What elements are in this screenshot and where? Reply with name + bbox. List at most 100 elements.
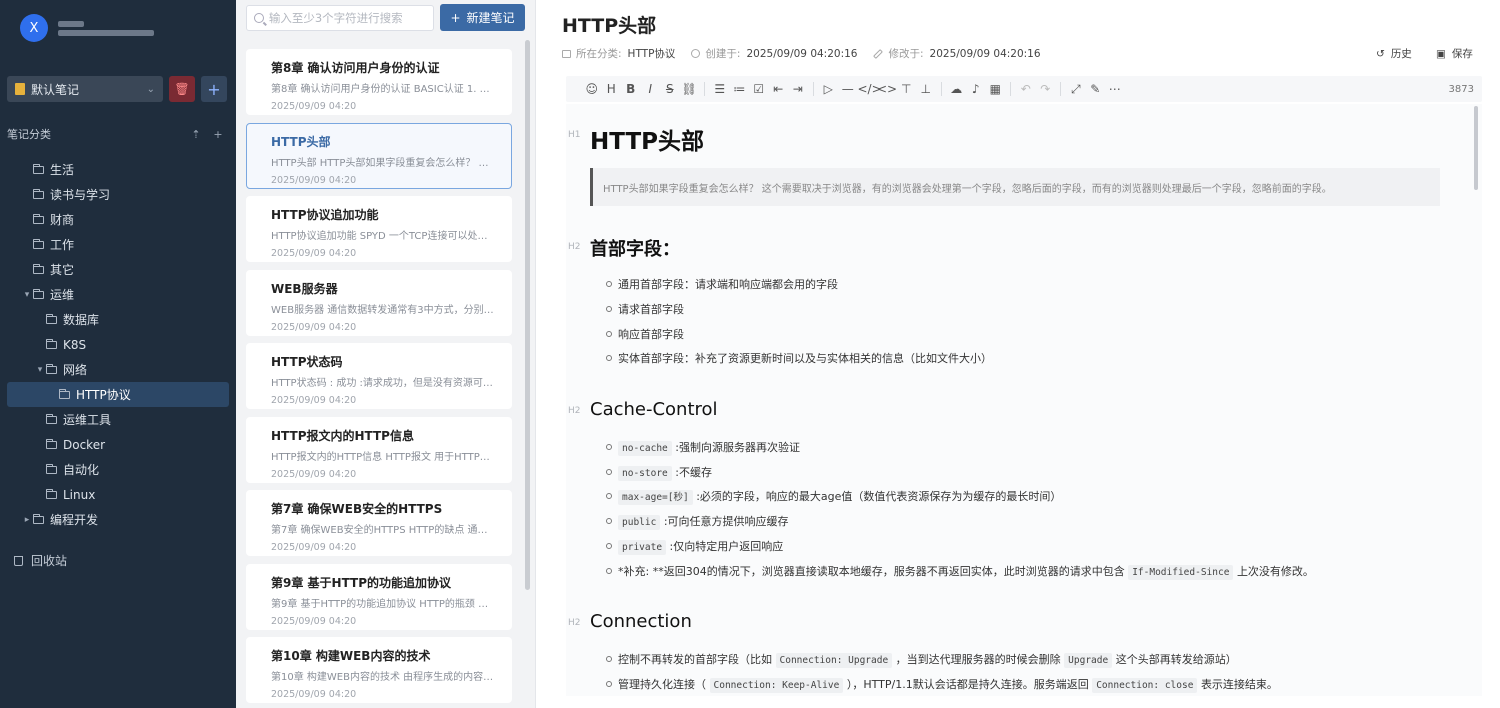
- editor-scrollbar[interactable]: [1474, 106, 1478, 190]
- editor-content[interactable]: H1 HTTP头部 HTTP头部如果字段重复会怎么样？ 这个需要取决于浏览器，有…: [566, 104, 1482, 696]
- tree-item[interactable]: HTTP协议: [7, 382, 229, 407]
- notebook-select[interactable]: 默认笔记 ⌄: [7, 76, 163, 102]
- search-input[interactable]: [268, 11, 426, 25]
- insert-before-icon[interactable]: ⊤: [897, 82, 917, 96]
- tree-item-label: 运维: [50, 288, 75, 302]
- tree-item[interactable]: 其它: [7, 257, 229, 282]
- toolbar-divider: [1010, 82, 1011, 96]
- tree-item[interactable]: ▸ 编程开发: [7, 507, 229, 532]
- created-value: 2025/09/09 04:20:16: [746, 47, 858, 60]
- folder-icon: [33, 213, 44, 224]
- note-date: 2025/09/09 04:20: [271, 542, 357, 553]
- strikethrough-icon[interactable]: S: [660, 82, 680, 96]
- folder-icon: [33, 163, 44, 174]
- note-list-scrollbar[interactable]: [525, 40, 530, 590]
- list-item-text: ，当到达代理服务器的时候会删除: [895, 653, 1061, 666]
- caret-icon[interactable]: ▸: [21, 515, 33, 525]
- save-icon: ▣: [1436, 47, 1446, 60]
- note-date: 2025/09/09 04:20: [271, 468, 357, 480]
- link-icon[interactable]: ⛓: [680, 82, 700, 96]
- list-item-text: :必须的字段，响应的最大age值（数值代表资源保存为为缓存的最长时间）: [696, 490, 1062, 503]
- emoji-icon[interactable]: ☺: [582, 82, 602, 96]
- insert-after-icon[interactable]: ⊥: [916, 82, 936, 96]
- outdent-icon[interactable]: ⇤: [769, 82, 789, 96]
- new-note-button[interactable]: + 新建笔记: [440, 4, 525, 31]
- save-button[interactable]: ▣ 保存: [1436, 46, 1473, 61]
- heading-icon[interactable]: H: [602, 82, 622, 96]
- code-block-icon[interactable]: </>: [858, 82, 882, 96]
- edit-icon: [873, 48, 884, 59]
- search-box[interactable]: [246, 5, 434, 31]
- redo-icon[interactable]: ↷: [1036, 82, 1056, 96]
- note-card[interactable]: HTTP状态码 HTTP状态码 : 成功 :请求成功，但是没有资源可返回 :...…: [246, 343, 512, 409]
- upload-icon[interactable]: ☁: [947, 82, 967, 96]
- more-icon[interactable]: ⋯: [1105, 82, 1125, 96]
- avatar[interactable]: X: [20, 14, 48, 42]
- toolbar-divider: [940, 82, 942, 96]
- inline-code: Connection: Upgrade: [775, 653, 893, 668]
- notebook-label: 默认笔记: [31, 82, 80, 97]
- note-title: 第9章 基于HTTP的功能追加协议: [271, 575, 452, 590]
- tree-item[interactable]: 财商: [7, 207, 229, 232]
- page-title[interactable]: HTTP头部: [562, 11, 656, 38]
- recycle-bin[interactable]: 回收站: [14, 552, 67, 569]
- add-notebook-button[interactable]: +: [201, 76, 227, 102]
- tree-item[interactable]: Docker: [7, 432, 229, 457]
- list-item-text: :仅向特定用户返回响应: [669, 540, 784, 553]
- fullscreen-icon[interactable]: ⤢: [1066, 82, 1086, 97]
- save-label: 保存: [1451, 48, 1473, 60]
- add-category-icon[interactable]: +: [207, 128, 229, 141]
- tree-item[interactable]: Linux: [7, 482, 229, 507]
- note-card[interactable]: 第9章 基于HTTP的功能追加协议 第9章 基于HTTP的功能追加协议 HTTP的…: [246, 563, 512, 630]
- note-snippet: 第10章 构建WEB内容的技术 由程序生成的内容称为...: [271, 672, 497, 683]
- note-card[interactable]: HTTP协议追加功能 HTTP协议追加功能 SPYD 一个TCP连接可以处理多个.…: [246, 196, 512, 262]
- note-date: 2025/09/09 04:20: [271, 615, 357, 627]
- upload-icon[interactable]: ⇡: [185, 128, 207, 141]
- tree-item[interactable]: ▾ 网络: [7, 357, 229, 382]
- italic-icon[interactable]: I: [641, 82, 661, 96]
- indent-icon[interactable]: ⇥: [788, 82, 808, 96]
- tree-item[interactable]: ▾ 运维: [7, 282, 229, 307]
- note-cards: 第8章 确认访问用户身份的认证 第8章 确认访问用户身份的认证 BASIC认证 1…: [246, 49, 512, 708]
- record-icon[interactable]: ♪: [966, 82, 986, 96]
- note-snippet: WEB服务器 通信数据转发通常有3中方式，分别是：...: [271, 304, 497, 316]
- list-item: 通用首部字段：请求端和响应端都会用的字段: [606, 278, 838, 291]
- note-card[interactable]: 第7章 确保WEB安全的HTTPS 第7章 确保WEB安全的HTTPS HTTP的…: [246, 490, 512, 556]
- tree-item[interactable]: K8S: [7, 332, 229, 357]
- bold-icon[interactable]: B: [621, 82, 641, 96]
- inline-code-icon[interactable]: <>: [877, 82, 897, 96]
- horizontal-rule-icon[interactable]: —: [838, 82, 858, 96]
- folder-icon: [33, 263, 44, 274]
- note-card[interactable]: 第8章 确认访问用户身份的认证 第8章 确认访问用户身份的认证 BASIC认证 1…: [246, 49, 512, 115]
- note-card[interactable]: 第10章 构建WEB内容的技术 第10章 构建WEB内容的技术 由程序生成的内容称…: [246, 637, 512, 703]
- list-item-text: 这个头部再转发给源站）: [1115, 653, 1237, 666]
- tree-item[interactable]: 读书与学习: [7, 182, 229, 207]
- bullet-list-icon[interactable]: ☰: [710, 82, 730, 96]
- tree-item[interactable]: 工作: [7, 232, 229, 257]
- tree-item[interactable]: 运维工具: [7, 407, 229, 432]
- delete-notebook-button[interactable]: 🗑: [169, 76, 195, 102]
- note-card[interactable]: HTTP头部 HTTP头部 HTTP头部如果字段重复会怎么样？ 这个... 2025…: [246, 122, 512, 189]
- tree-item[interactable]: 数据库: [7, 307, 229, 332]
- note-card[interactable]: HTTP报文内的HTTP信息 HTTP报文内的HTTP信息 HTTP报文 用于HT…: [246, 416, 512, 483]
- tree-item[interactable]: 生活: [7, 157, 229, 182]
- folder-icon: [46, 488, 57, 499]
- edit-mode-icon[interactable]: ✎: [1086, 82, 1106, 96]
- note-card[interactable]: WEB服务器 WEB服务器 通信数据转发通常有3中方式，分别是：... 2025/0…: [246, 269, 512, 336]
- tree-item[interactable]: 自动化: [7, 457, 229, 482]
- tree-item-label: K8S: [63, 337, 87, 352]
- tree-item-label: Docker: [63, 437, 106, 452]
- content-heading-1: HTTP头部: [590, 129, 705, 155]
- list-item-text: :不缓存: [675, 466, 712, 479]
- category-tree: 生活 读书与学习 财商 工作 其它 ▾ 运维数据库 K8S ▾ 网络 HTTP协议 运维工具 Docke…: [7, 157, 229, 532]
- user-info[interactable]: X: [20, 14, 154, 42]
- checklist-icon[interactable]: ☑: [749, 82, 769, 96]
- quote-icon[interactable]: ▷: [819, 82, 839, 96]
- undo-icon[interactable]: ↶: [1016, 82, 1036, 96]
- history-button[interactable]: ↺ 历史: [1376, 46, 1412, 61]
- caret-icon[interactable]: ▾: [21, 290, 33, 300]
- ordered-list-icon[interactable]: ≔: [730, 82, 750, 96]
- list-item: private :仅向特定用户返回响应: [605, 538, 784, 555]
- caret-icon[interactable]: ▾: [34, 365, 46, 375]
- table-icon[interactable]: ▦: [986, 82, 1006, 96]
